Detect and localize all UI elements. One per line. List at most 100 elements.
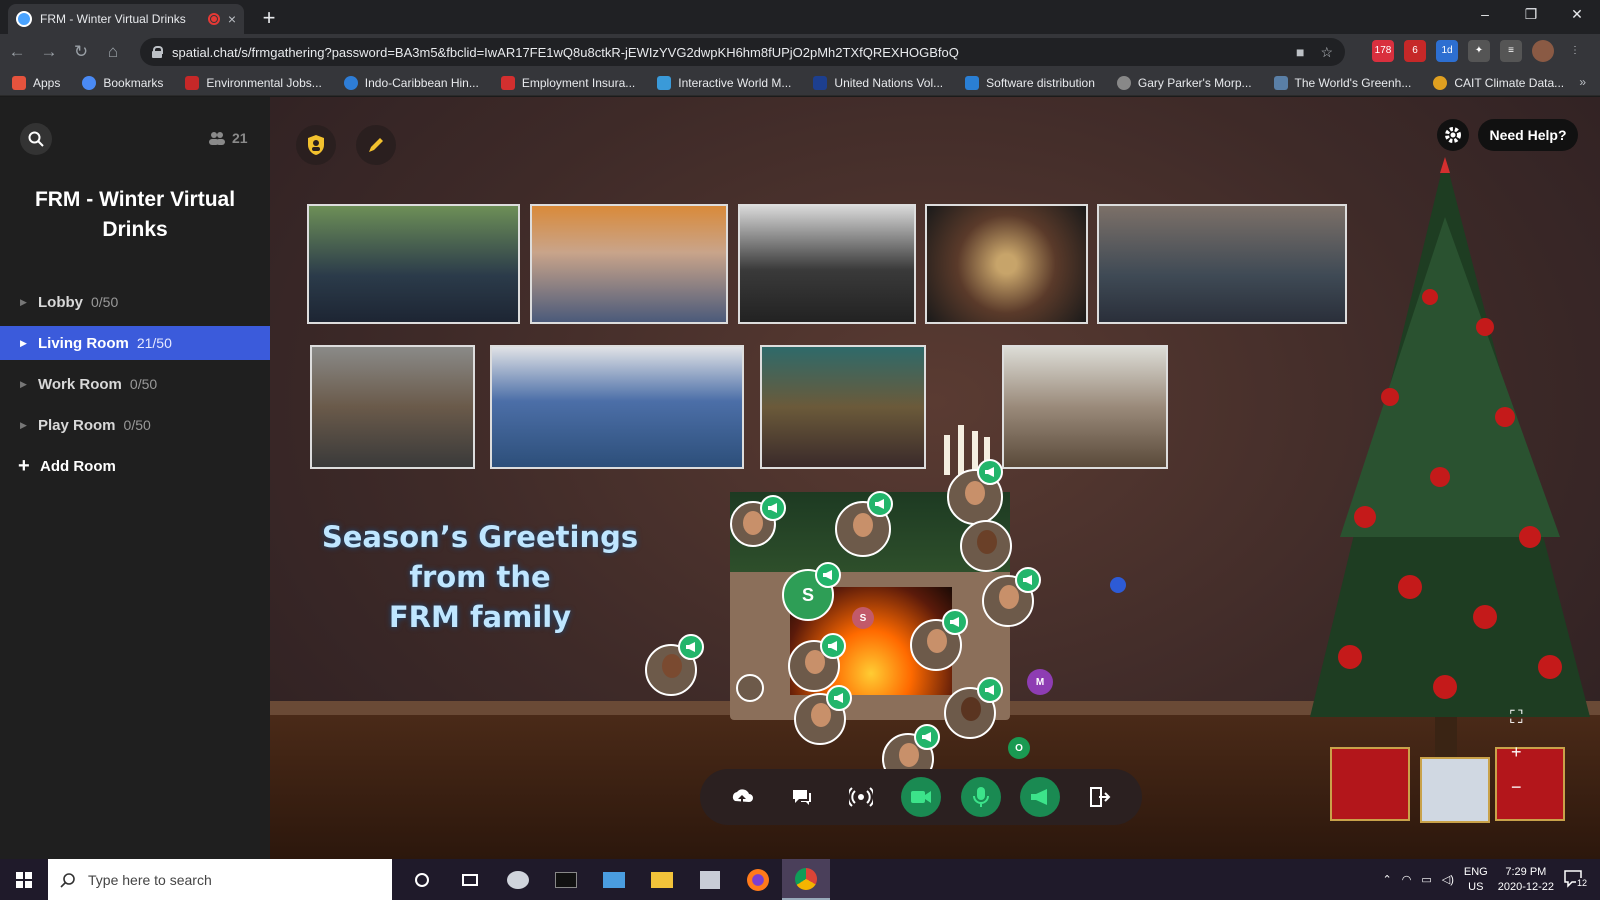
group-photo[interactable] bbox=[738, 204, 916, 324]
reading-list-icon[interactable]: ≡ bbox=[1500, 40, 1522, 62]
host-shield-button[interactable] bbox=[296, 125, 336, 165]
broadcast-button[interactable] bbox=[841, 777, 881, 817]
taskbar-search-box[interactable]: Type here to search bbox=[48, 859, 392, 900]
abp-extension-icon[interactable]: 6 bbox=[1404, 40, 1426, 62]
restore-button[interactable]: ❐ bbox=[1508, 0, 1554, 30]
draw-button[interactable] bbox=[356, 125, 396, 165]
megaphone-icon bbox=[942, 609, 968, 635]
browser-tab-strip: FRM - Winter Virtual Drinks × + – ❐ ✕ bbox=[0, 0, 1600, 34]
system-tray: ⌃ ◠ ▭ ◁) ENG US 7:29 PM 2020-12-22 12 bbox=[1383, 859, 1600, 900]
bookmark-folder[interactable]: Bookmarks bbox=[82, 75, 163, 90]
megaphone-icon bbox=[1031, 789, 1048, 805]
tab-close-icon[interactable]: × bbox=[228, 11, 236, 27]
maple-leaf-icon bbox=[500, 75, 515, 90]
bookmarks-overflow-icon[interactable]: » bbox=[1579, 75, 1586, 89]
camera-toggle-button[interactable] bbox=[900, 777, 941, 817]
bookmark-item[interactable]: United Nations Vol... bbox=[813, 75, 943, 90]
zoom-out-button[interactable]: − bbox=[1511, 777, 1522, 798]
volume-icon[interactable]: ◁) bbox=[1442, 873, 1454, 886]
group-photo[interactable] bbox=[1002, 345, 1168, 469]
participant-avatar[interactable] bbox=[960, 520, 1012, 572]
language-indicator[interactable]: ENG US bbox=[1464, 865, 1488, 895]
broadcast-icon bbox=[849, 787, 874, 807]
group-photo[interactable] bbox=[310, 345, 475, 469]
close-window-button[interactable]: ✕ bbox=[1554, 0, 1600, 30]
back-icon[interactable]: ← bbox=[2, 42, 32, 62]
group-photo[interactable] bbox=[925, 204, 1088, 324]
add-room-button[interactable]: + Add Room bbox=[0, 449, 270, 483]
reload-icon[interactable]: ↻ bbox=[66, 42, 96, 62]
puzzle-extensions-icon[interactable]: ✦ bbox=[1468, 40, 1490, 62]
cortana-button[interactable] bbox=[398, 859, 446, 900]
bookmark-item[interactable]: Indo-Caribbean Hin... bbox=[343, 75, 479, 90]
taskbar-app[interactable] bbox=[494, 859, 542, 900]
clock-date: 2020-12-22 bbox=[1497, 880, 1554, 893]
taskbar-app[interactable] bbox=[542, 859, 590, 900]
bookmark-item[interactable]: Software distribution bbox=[965, 75, 1095, 90]
sidebar-item-work-room[interactable]: ▶ Work Room 0/50 bbox=[0, 367, 270, 401]
new-tab-button[interactable]: + bbox=[256, 6, 282, 32]
search-button[interactable] bbox=[20, 123, 52, 155]
globe-icon bbox=[657, 75, 672, 90]
fullscreen-icon[interactable]: ⛶ bbox=[1510, 707, 1523, 728]
gmail-extension-icon[interactable]: 178 bbox=[1372, 40, 1394, 62]
participant-avatar-initial[interactable]: M bbox=[1027, 669, 1053, 695]
mic-toggle-button[interactable] bbox=[960, 777, 1001, 817]
leave-room-button[interactable] bbox=[1080, 777, 1120, 817]
participant-avatar-initial[interactable]: O bbox=[1008, 737, 1030, 759]
calendar-extension-icon[interactable]: 1d bbox=[1436, 40, 1458, 62]
sidebar-item-lobby[interactable]: ▶ Lobby 0/50 bbox=[0, 285, 270, 319]
participant-count[interactable]: 21 bbox=[208, 130, 248, 146]
forward-icon[interactable]: → bbox=[34, 42, 64, 62]
file-explorer-icon bbox=[651, 871, 673, 888]
bookmark-star-icon[interactable]: ☆ bbox=[1320, 44, 1333, 61]
chevron-up-icon[interactable]: ⌃ bbox=[1383, 873, 1392, 886]
chat-button[interactable] bbox=[782, 777, 822, 817]
camera-in-use-icon[interactable]: ■ bbox=[1296, 44, 1304, 61]
taskbar-app[interactable] bbox=[590, 859, 638, 900]
profile-avatar[interactable] bbox=[1532, 40, 1554, 62]
group-photo[interactable] bbox=[307, 204, 520, 324]
group-photo[interactable] bbox=[490, 345, 744, 469]
tab-title: FRM - Winter Virtual Drinks bbox=[40, 12, 186, 26]
bookmark-item[interactable]: Employment Insura... bbox=[500, 75, 635, 90]
minimize-button[interactable]: – bbox=[1462, 0, 1508, 30]
bookmark-item[interactable]: CAIT Climate Data... bbox=[1433, 75, 1564, 90]
group-photo[interactable] bbox=[530, 204, 728, 324]
participant-avatar[interactable] bbox=[736, 674, 764, 702]
taskbar-app[interactable] bbox=[686, 859, 734, 900]
start-button[interactable] bbox=[0, 859, 48, 900]
sidebar-item-living-room[interactable]: ▶ Living Room 21/50 bbox=[0, 326, 270, 360]
taskbar-app[interactable] bbox=[638, 859, 686, 900]
bookmark-item[interactable]: Environmental Jobs... bbox=[185, 75, 322, 90]
address-bar[interactable]: spatial.chat/s/frmgathering?password=BA3… bbox=[140, 38, 1345, 66]
chrome-menu-icon[interactable]: ⋮ bbox=[1564, 40, 1586, 62]
room-canvas[interactable]: Need Help? Season’s Greetings from the F… bbox=[270, 97, 1600, 859]
wifi-icon[interactable]: ◠ bbox=[1402, 873, 1412, 886]
greeting-line: from the bbox=[409, 560, 551, 594]
greeting-line: Season’s Greetings bbox=[321, 520, 639, 554]
gift-box bbox=[1495, 747, 1565, 821]
taskbar-app-chrome[interactable] bbox=[782, 859, 830, 900]
share-screen-button[interactable] bbox=[722, 777, 762, 817]
bookmark-apps[interactable]: Apps bbox=[12, 75, 60, 90]
bookmark-item[interactable]: Gary Parker's Morp... bbox=[1116, 75, 1252, 90]
home-icon[interactable]: ⌂ bbox=[98, 42, 128, 62]
battery-icon[interactable]: ▭ bbox=[1421, 873, 1431, 886]
group-photo[interactable] bbox=[760, 345, 926, 469]
megaphone-toggle-button[interactable] bbox=[1020, 777, 1061, 817]
zoom-in-button[interactable]: + bbox=[1511, 742, 1522, 763]
settings-button[interactable] bbox=[1437, 119, 1469, 151]
action-center-button[interactable]: 12 bbox=[1564, 869, 1589, 890]
maps-app-icon bbox=[700, 870, 720, 889]
bookmark-item[interactable]: Interactive World M... bbox=[657, 75, 791, 90]
bookmark-item[interactable]: The World's Greenh... bbox=[1273, 75, 1411, 90]
need-help-button[interactable]: Need Help? bbox=[1478, 119, 1578, 151]
clock[interactable]: 7:29 PM 2020-12-22 bbox=[1498, 865, 1554, 895]
task-view-button[interactable] bbox=[446, 859, 494, 900]
participant-avatar-initial[interactable]: S bbox=[852, 607, 874, 629]
maple-leaf-icon bbox=[185, 75, 200, 90]
sidebar-item-play-room[interactable]: ▶ Play Room 0/50 bbox=[0, 408, 270, 442]
taskbar-app[interactable] bbox=[734, 859, 782, 900]
browser-tab[interactable]: FRM - Winter Virtual Drinks × bbox=[8, 4, 244, 34]
